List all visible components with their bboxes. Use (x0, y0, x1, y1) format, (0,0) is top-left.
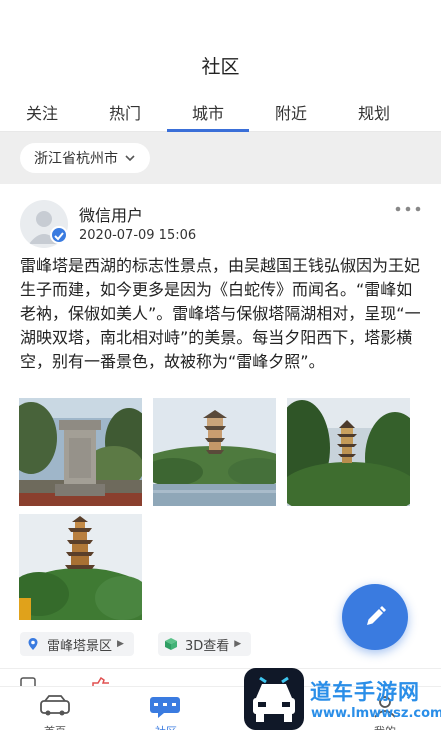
pencil-icon (367, 606, 386, 625)
location-tag-label: 雷峰塔景区 (47, 638, 113, 654)
chevron-down-icon (125, 155, 135, 162)
post-username[interactable]: 微信用户 (79, 202, 143, 226)
nav-home[interactable]: 首页 (25, 693, 85, 730)
city-selector[interactable]: 浙江省杭州市 (20, 143, 150, 173)
tab-bar: 关注 热门 城市 附近 规划 (0, 96, 441, 132)
tab-following[interactable]: 关注 (0, 100, 84, 124)
post-timestamp: 2020-07-09 15:06 (79, 228, 197, 243)
tab-popular[interactable]: 热门 (83, 100, 167, 124)
post-photo-pagoda-trees[interactable] (287, 398, 410, 506)
city-selector-label: 浙江省杭州市 (34, 151, 118, 167)
compose-post-button[interactable] (342, 584, 408, 650)
car-icon (40, 695, 70, 716)
post-photo-pagoda-hill[interactable] (19, 514, 142, 620)
post-body: 雷峰塔是西湖的标志性景点，由吴越国王钱弘俶因为王妃生子而建，如今更多是因为《白蛇… (20, 256, 421, 371)
tab-nearby[interactable]: 附近 (249, 100, 333, 124)
watermark-url: www.lmwwsz.com (311, 706, 441, 721)
caret-right-icon: ▶ (117, 639, 124, 649)
nav-community-label: 社区 (136, 723, 196, 730)
view-3d-tag[interactable]: 3D查看 ▶ (158, 632, 252, 656)
verified-badge-icon (50, 226, 68, 244)
more-options-icon[interactable] (393, 204, 423, 214)
site-watermark: 道车手游网 www.lmwwsz.com (244, 668, 441, 730)
watermark-logo (244, 668, 304, 730)
cube-icon (165, 638, 177, 650)
location-tag[interactable]: 雷峰塔景区 ▶ (20, 632, 134, 656)
location-pin-icon (28, 638, 38, 650)
caret-right-icon: ▶ (234, 639, 242, 649)
tab-city[interactable]: 城市 (166, 100, 250, 124)
top-bar: 社区 (0, 0, 441, 90)
nav-community[interactable]: 社区 (136, 693, 196, 730)
car-front-icon (253, 676, 295, 722)
nav-home-label: 首页 (25, 723, 85, 730)
post-photo-pagoda-lake[interactable] (153, 398, 276, 506)
chat-bubble-icon (150, 697, 180, 718)
filter-area: 浙江省杭州市 (0, 132, 441, 184)
view-3d-label: 3D查看 (185, 638, 230, 654)
page-title: 社区 (201, 56, 240, 78)
post-photo-stele[interactable] (19, 398, 142, 506)
tab-planning[interactable]: 规划 (332, 100, 416, 124)
watermark-title: 道车手游网 (310, 680, 420, 704)
